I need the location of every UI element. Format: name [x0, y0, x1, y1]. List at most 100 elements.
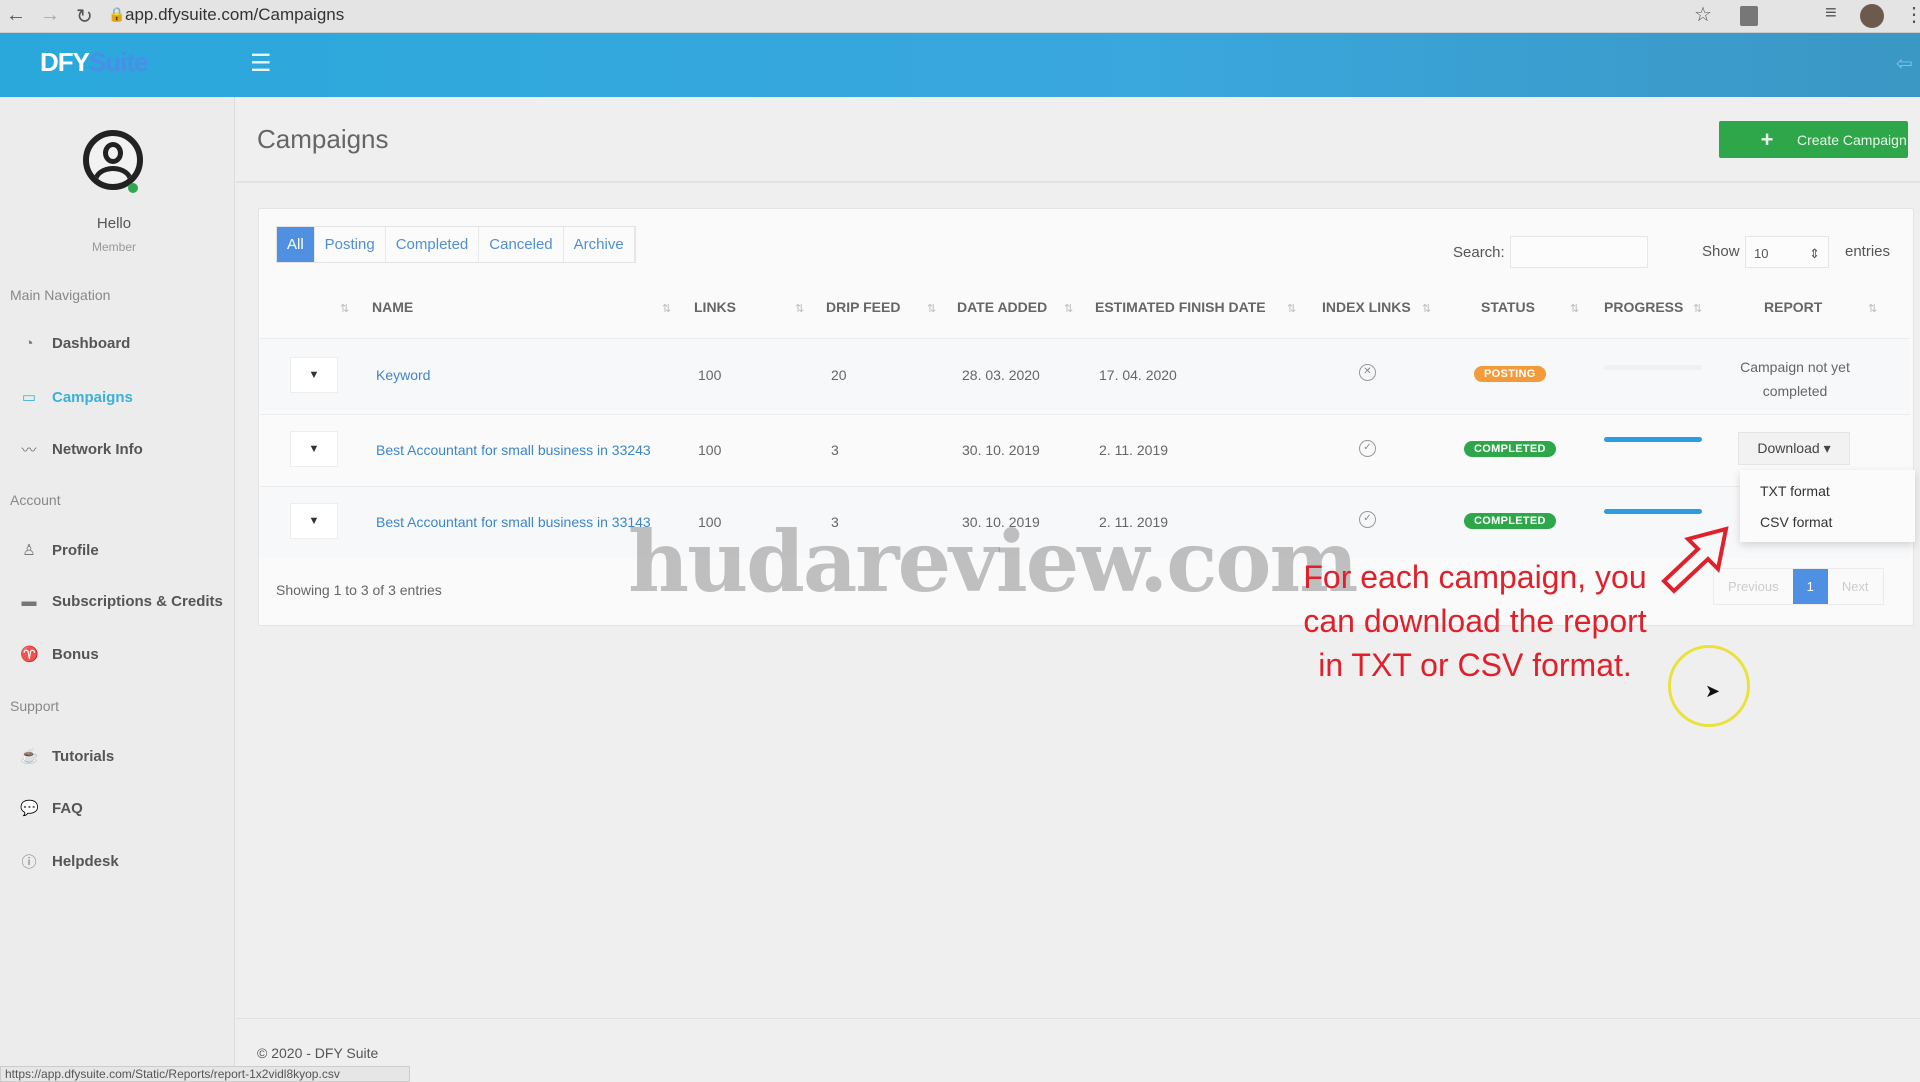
- campaign-link[interactable]: Best Accountant for small business in 33…: [376, 442, 651, 458]
- online-indicator: [128, 183, 138, 193]
- user-icon: ♙: [22, 542, 36, 559]
- tab-all[interactable]: All: [277, 227, 315, 262]
- next-button[interactable]: Next: [1828, 569, 1883, 604]
- campaign-link[interactable]: Keyword: [376, 367, 430, 383]
- user-role: Member: [91, 240, 136, 254]
- tab-archive[interactable]: Archive: [563, 227, 635, 262]
- search-label: Search:: [1453, 244, 1505, 261]
- page-1-button[interactable]: 1: [1792, 569, 1828, 604]
- tab-canceled[interactable]: Canceled: [479, 227, 564, 262]
- col-report[interactable]: REPORT: [1764, 299, 1822, 315]
- col-estimated-finish[interactable]: ESTIMATED FINISH DATE: [1095, 299, 1266, 315]
- sort-icon[interactable]: ⇅: [795, 302, 804, 315]
- tab-posting[interactable]: Posting: [314, 227, 386, 262]
- download-button[interactable]: Download ▾: [1738, 432, 1850, 465]
- col-date-added[interactable]: DATE ADDED: [957, 299, 1047, 315]
- show-label: Show: [1702, 243, 1740, 260]
- page-title: Campaigns: [257, 124, 389, 154]
- star-icon[interactable]: ☆: [1694, 2, 1712, 27]
- address-bar[interactable]: app.dfysuite.com/Campaigns: [125, 5, 344, 25]
- status-badge: COMPLETED: [1464, 441, 1556, 457]
- playlist-icon[interactable]: ≡: [1825, 2, 1837, 25]
- search-input[interactable]: [1510, 236, 1648, 268]
- sort-icon[interactable]: ⇅: [1287, 302, 1296, 315]
- profile-avatar[interactable]: [1860, 4, 1884, 28]
- watermark: hudareview.com: [628, 512, 1358, 611]
- sidebar-item-faq[interactable]: 💬 FAQ: [20, 799, 83, 818]
- section-account: Account: [10, 492, 61, 508]
- progress-bar: [1604, 437, 1702, 442]
- forward-icon[interactable]: →: [40, 4, 60, 27]
- annotation-arrow-icon: [1661, 526, 1729, 594]
- credit-card-icon: ▬: [21, 593, 37, 610]
- col-links[interactable]: LINKS: [694, 299, 736, 315]
- sidebar-item-tutorials[interactable]: ☕ Tutorials: [20, 747, 114, 766]
- entries-select[interactable]: 10 ⇕: [1745, 236, 1829, 268]
- col-status[interactable]: STATUS: [1481, 299, 1535, 315]
- sidebar-item-subscriptions[interactable]: ▬ Subscriptions & Credits: [20, 593, 223, 610]
- sidebar-item-profile[interactable]: ♙ Profile: [20, 541, 98, 560]
- section-support: Support: [10, 698, 60, 714]
- sort-icon[interactable]: ⇅: [927, 302, 936, 315]
- gauge-icon: ◔: [24, 335, 34, 352]
- folder-icon: ▭: [21, 389, 37, 406]
- coffee-icon: ☕: [20, 748, 39, 765]
- browser-toolbar: ← → ↻ 🔒 app.dfysuite.com/Campaigns ☆ ≡ ⋮: [0, 0, 1920, 33]
- avatar: [83, 130, 143, 190]
- more-icon[interactable]: ⋮: [1904, 2, 1920, 27]
- links-value: 100: [698, 442, 722, 458]
- expand-row-button[interactable]: ▼: [290, 503, 338, 539]
- chart-line-icon: 〰: [21, 442, 37, 459]
- sidebar-item-network-info[interactable]: 〰 Network Info: [20, 439, 142, 460]
- col-name[interactable]: NAME: [372, 299, 413, 315]
- campaign-link[interactable]: Best Accountant for small business in 33…: [376, 514, 651, 530]
- section-main-navigation: Main Navigation: [10, 287, 111, 303]
- finish-date: 17. 04. 2020: [1099, 367, 1177, 383]
- menu-item-txt-format[interactable]: TXT format: [1760, 483, 1830, 499]
- sidebar-item-bonus[interactable]: ♈ Bonus: [20, 645, 99, 664]
- links-value: 100: [698, 367, 722, 383]
- tab-completed[interactable]: Completed: [385, 227, 480, 262]
- caret-down-icon: ▾: [1823, 440, 1831, 456]
- sort-icon[interactable]: ⇅: [340, 302, 349, 315]
- drip-value: 3: [831, 442, 839, 458]
- sidebar-item-helpdesk[interactable]: ⓘ Helpdesk: [20, 851, 118, 872]
- entries-label: entries: [1845, 243, 1891, 260]
- expand-row-button[interactable]: ▼: [290, 431, 338, 467]
- trophy-icon: ♈: [20, 646, 39, 663]
- question-icon: ⓘ: [21, 854, 37, 871]
- chat-icon: 💬: [20, 800, 39, 817]
- progress-bar: [1604, 509, 1702, 514]
- table-row: [260, 338, 1910, 410]
- col-index-links[interactable]: INDEX LINKS: [1322, 299, 1411, 315]
- col-drip-feed[interactable]: DRIP FEED: [826, 299, 900, 315]
- sort-icon[interactable]: ⇅: [662, 302, 671, 315]
- col-progress[interactable]: PROGRESS: [1604, 299, 1683, 315]
- plus-icon: +: [1760, 126, 1774, 152]
- logo[interactable]: DFYSuite: [40, 47, 149, 78]
- sort-icon[interactable]: ⇅: [1422, 302, 1431, 315]
- report-status: Campaign not yet completed: [1740, 359, 1850, 399]
- sort-icon[interactable]: ⇅: [1693, 302, 1702, 315]
- menu-item-csv-format[interactable]: CSV format: [1760, 514, 1832, 530]
- create-campaign-button[interactable]: + Create Campaign: [1719, 121, 1908, 158]
- back-icon[interactable]: ←: [6, 4, 26, 27]
- sort-icon[interactable]: ⇅: [1868, 302, 1877, 315]
- check-circle-icon: ✓: [1359, 440, 1376, 457]
- sort-icon[interactable]: ⇅: [1570, 302, 1579, 315]
- progress-bar: [1604, 365, 1702, 370]
- hamburger-icon[interactable]: ☰: [250, 49, 272, 78]
- extension-icon[interactable]: [1740, 6, 1758, 26]
- lock-icon: 🔒: [108, 6, 126, 22]
- divider: [236, 181, 1920, 183]
- sidebar-item-campaigns[interactable]: ▭ Campaigns: [20, 388, 133, 407]
- status-badge: POSTING: [1474, 366, 1546, 382]
- logout-icon[interactable]: ⇦: [1896, 51, 1913, 76]
- sidebar-item-dashboard[interactable]: ◔ Dashboard: [20, 335, 130, 352]
- footer-copyright: © 2020 - DFY Suite: [257, 1045, 379, 1061]
- expand-row-button[interactable]: ▼: [290, 357, 338, 393]
- check-circle-icon: ✓: [1359, 511, 1376, 528]
- reload-icon[interactable]: ↻: [76, 4, 93, 29]
- date-added: 30. 10. 2019: [962, 442, 1040, 458]
- sort-icon[interactable]: ⇅: [1064, 302, 1073, 315]
